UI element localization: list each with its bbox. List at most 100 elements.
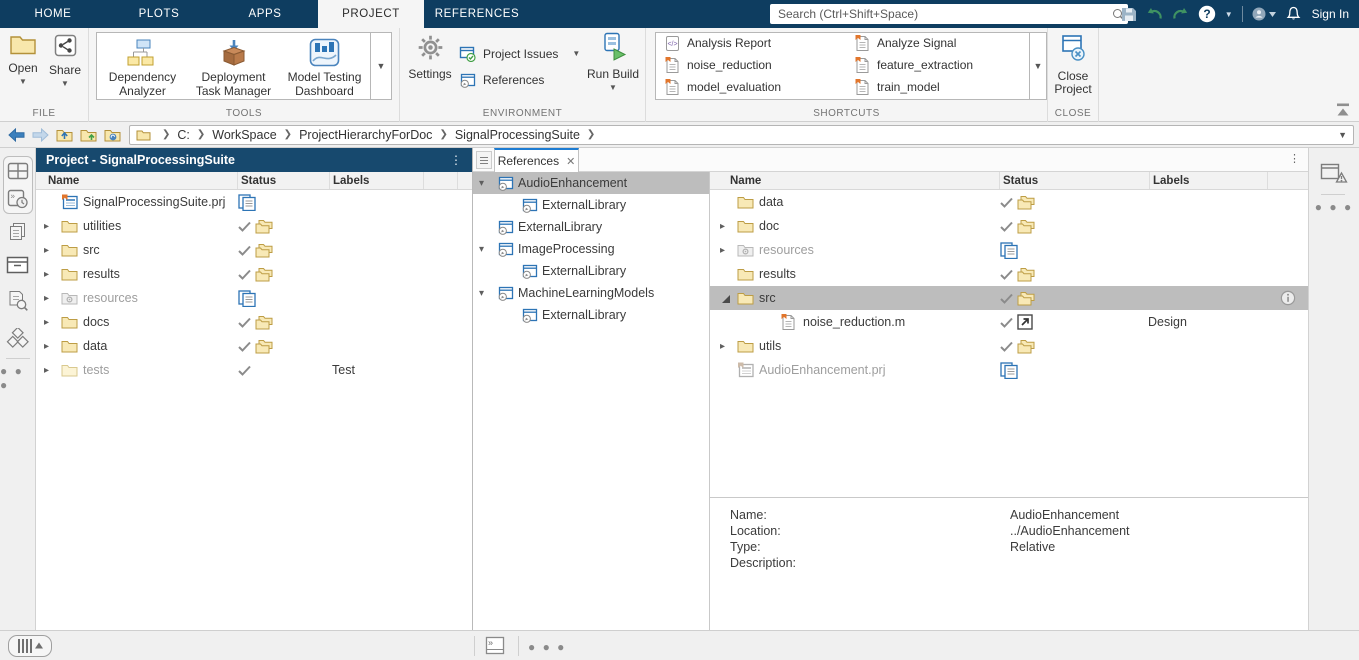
redo-icon[interactable] bbox=[1172, 7, 1189, 21]
new-folder-icon[interactable] bbox=[80, 128, 97, 142]
find-files-icon[interactable] bbox=[8, 290, 28, 311]
more-tools-icon[interactable]: ● ● ● bbox=[0, 364, 35, 392]
open-in-explorer-icon[interactable] bbox=[104, 128, 121, 142]
breadcrumb-segment-signalprocessingsuite[interactable]: SignalProcessingSuite bbox=[455, 128, 580, 142]
open-button[interactable]: Open ▼ bbox=[4, 34, 42, 86]
breadcrumb-segment-c[interactable]: C: bbox=[177, 128, 190, 142]
forward-icon[interactable] bbox=[32, 128, 49, 142]
run-build-button[interactable]: Run Build ▼ bbox=[586, 32, 640, 92]
shortcut-noise-reduction[interactable]: noise_reduction bbox=[665, 54, 781, 76]
reference-node-externallibrary[interactable]: ExternalLibrary bbox=[473, 260, 709, 282]
save-icon[interactable] bbox=[1121, 7, 1137, 22]
collapse-icon[interactable]: ▾ bbox=[479, 244, 496, 255]
menu-tab-project[interactable]: PROJECT bbox=[318, 0, 424, 28]
collapse-ribbon-icon[interactable] bbox=[1335, 102, 1351, 117]
panel-menu-icon[interactable]: ⋮ bbox=[450, 153, 462, 167]
help-icon[interactable]: ? bbox=[1198, 5, 1216, 23]
back-icon[interactable] bbox=[8, 128, 25, 142]
project-row-data[interactable]: ▸data bbox=[36, 334, 472, 358]
project-column-headers[interactable]: Name Status Labels bbox=[36, 172, 472, 190]
notifications-icon[interactable] bbox=[1286, 6, 1301, 22]
project-files-icon[interactable] bbox=[6, 256, 29, 274]
project-row-utilities[interactable]: ▸utilities bbox=[36, 214, 472, 238]
tabstrip-menu-icon[interactable]: ⋮ bbox=[1289, 152, 1300, 165]
menu-tab-references[interactable]: REFERENCES bbox=[424, 0, 530, 28]
reference-node-imageprocessing[interactable]: ▾ImageProcessing bbox=[473, 238, 709, 260]
menu-tab-home[interactable]: HOME bbox=[0, 0, 106, 28]
more-panels-icon[interactable]: ● ● ● bbox=[1315, 200, 1353, 214]
reference-node-machinelearningmodels[interactable]: ▾MachineLearningModels bbox=[473, 282, 709, 304]
shortcuts-gallery-dropdown[interactable]: ▼ bbox=[1030, 32, 1047, 100]
references-button[interactable]: References bbox=[458, 72, 544, 88]
files-icon[interactable] bbox=[8, 222, 28, 241]
reference-row-noise-reduction-m[interactable]: noise_reduction.mDesign bbox=[710, 310, 1308, 334]
project-row-results[interactable]: ▸results bbox=[36, 262, 472, 286]
collapse-icon[interactable] bbox=[720, 293, 737, 304]
project-issues-button[interactable]: Project Issues ▼ bbox=[458, 45, 580, 62]
reference-node-externallibrary[interactable]: ExternalLibrary bbox=[473, 304, 709, 326]
expand-icon[interactable]: ▸ bbox=[44, 221, 61, 232]
project-row-tests[interactable]: ▸testsTest bbox=[36, 358, 472, 382]
tool-deployment-task-manager[interactable]: Deployment Task Manager bbox=[188, 33, 279, 99]
expand-icon[interactable]: ▸ bbox=[720, 245, 737, 256]
reference-row-src[interactable]: src bbox=[710, 286, 1308, 310]
search-input[interactable] bbox=[770, 7, 1108, 21]
menu-tab-apps[interactable]: APPS bbox=[212, 0, 318, 28]
expand-icon[interactable]: ▸ bbox=[44, 293, 61, 304]
sign-in-link[interactable]: Sign In bbox=[1312, 7, 1349, 21]
expand-icon[interactable]: ▸ bbox=[44, 317, 61, 328]
project-row-signalprocessingsuite-prj[interactable]: SignalProcessingSuite.prj bbox=[36, 190, 472, 214]
expand-icon[interactable]: ▸ bbox=[720, 221, 737, 232]
expand-icon[interactable]: ▸ bbox=[44, 365, 61, 376]
project-row-docs[interactable]: ▸docs bbox=[36, 310, 472, 334]
reference-row-results[interactable]: results bbox=[710, 262, 1308, 286]
profile-icon[interactable] bbox=[1252, 7, 1277, 21]
reference-row-doc[interactable]: ▸doc bbox=[710, 214, 1308, 238]
share-button[interactable]: Share ▼ bbox=[46, 34, 84, 88]
restore-panel-button[interactable] bbox=[8, 635, 52, 657]
project-row-resources[interactable]: ▸resources bbox=[36, 286, 472, 310]
command-history-icon[interactable]: » bbox=[7, 189, 29, 209]
reference-node-externallibrary[interactable]: ExternalLibrary bbox=[473, 194, 709, 216]
menu-tab-plots[interactable]: PLOTS bbox=[106, 0, 212, 28]
project-row-src[interactable]: ▸src bbox=[36, 238, 472, 262]
undo-icon[interactable] bbox=[1146, 7, 1163, 21]
project-checks-icon[interactable] bbox=[1320, 160, 1348, 185]
collapse-icon[interactable]: ▾ bbox=[479, 178, 496, 189]
reference-row-utils[interactable]: ▸utils bbox=[710, 334, 1308, 358]
up-one-level-icon[interactable] bbox=[56, 128, 73, 142]
tool-dependency-analyzer[interactable]: Dependency Analyzer bbox=[97, 33, 188, 99]
close-project-button[interactable]: Close Project bbox=[1050, 34, 1096, 96]
reference-row-audioenhancement-prj[interactable]: AudioEnhancement.prj bbox=[710, 358, 1308, 382]
tools-gallery-dropdown[interactable]: ▼ bbox=[371, 32, 392, 100]
more-status-icon[interactable]: ● ● ● bbox=[528, 640, 566, 654]
breadcrumb-dropdown-icon[interactable]: ▼ bbox=[1338, 130, 1347, 140]
info-icon[interactable] bbox=[1280, 290, 1296, 306]
breadcrumb-segment-workspace[interactable]: WorkSpace bbox=[212, 128, 276, 142]
help-dropdown-icon[interactable]: ▼ bbox=[1225, 10, 1233, 19]
tab-references[interactable]: References ✕ bbox=[494, 148, 579, 172]
shortcut-feature-extraction[interactable]: feature_extraction bbox=[855, 54, 973, 76]
expand-icon[interactable]: ▸ bbox=[44, 245, 61, 256]
shortcut-analyze-signal[interactable]: Analyze Signal bbox=[855, 32, 973, 54]
reference-row-data[interactable]: data bbox=[710, 190, 1308, 214]
breadcrumb[interactable]: ❯C:❯WorkSpace❯ProjectHierarchyForDoc❯Sig… bbox=[129, 125, 1354, 145]
shortcut-train-model[interactable]: train_model bbox=[855, 76, 973, 98]
tool-model-testing-dashboard[interactable]: Model Testing Dashboard bbox=[279, 33, 370, 99]
shortcut-model-evaluation[interactable]: model_evaluation bbox=[665, 76, 781, 98]
dependencies-icon[interactable] bbox=[6, 328, 30, 350]
breadcrumb-segment-projecthierarchyfordoc[interactable]: ProjectHierarchyForDoc bbox=[299, 128, 432, 142]
reference-row-resources[interactable]: ▸resources bbox=[710, 238, 1308, 262]
close-tab-icon[interactable]: ✕ bbox=[566, 155, 575, 168]
tab-list-icon[interactable] bbox=[476, 151, 492, 169]
reference-column-headers[interactable]: Name Status Labels bbox=[710, 172, 1308, 190]
expand-icon[interactable]: ▸ bbox=[720, 341, 737, 352]
expand-icon[interactable]: ▸ bbox=[44, 269, 61, 280]
layout-icon[interactable] bbox=[7, 162, 29, 180]
settings-button[interactable]: Settings bbox=[408, 34, 452, 81]
expand-icon[interactable]: ▸ bbox=[44, 341, 61, 352]
reference-node-externallibrary[interactable]: ExternalLibrary bbox=[473, 216, 709, 238]
command-window-panel-icon[interactable]: » bbox=[485, 636, 505, 655]
reference-node-audioenhancement[interactable]: ▾AudioEnhancement bbox=[473, 172, 709, 194]
collapse-icon[interactable]: ▾ bbox=[479, 288, 496, 299]
